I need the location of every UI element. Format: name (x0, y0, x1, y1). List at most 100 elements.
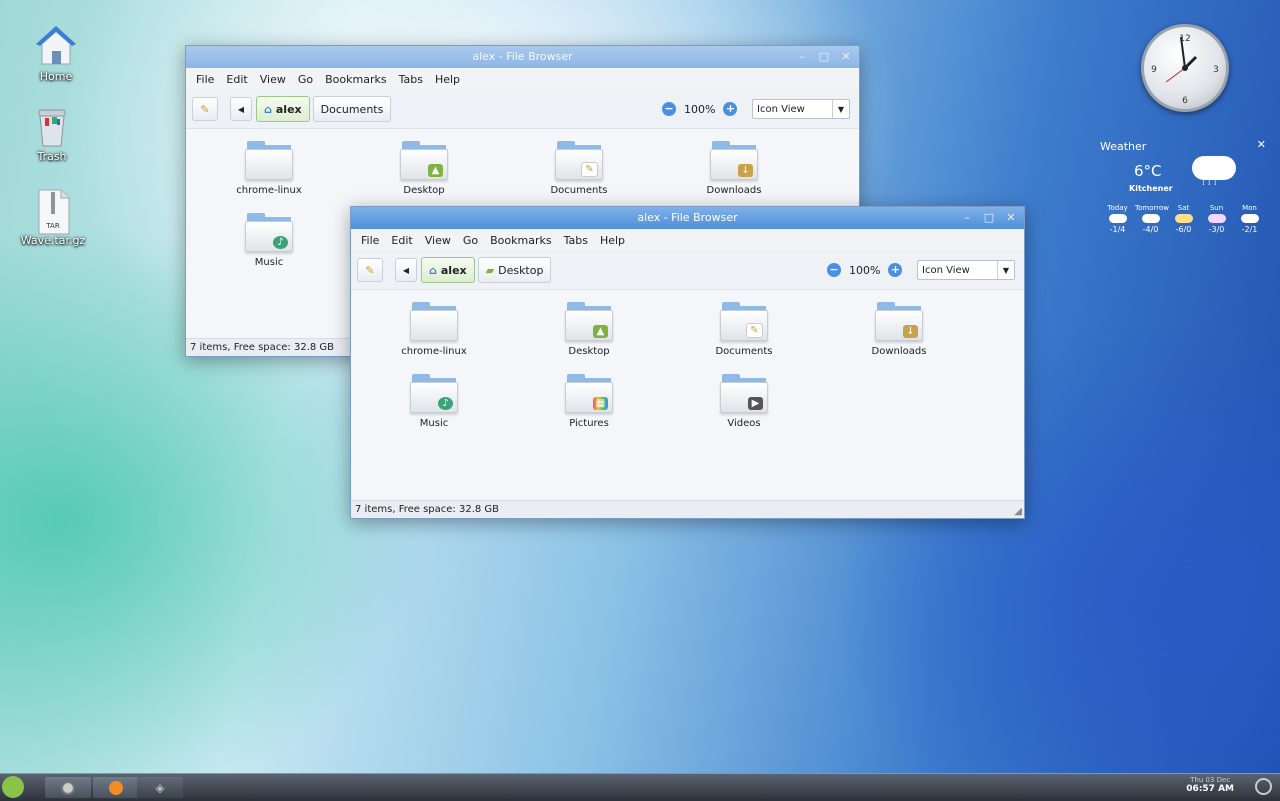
taskbar-app-settings[interactable] (45, 777, 91, 798)
menu-bookmarks[interactable]: Bookmarks (484, 234, 557, 247)
home-icon (34, 24, 78, 68)
status-bar: 7 items, Free space: 32.8 GB (351, 500, 1024, 518)
path-label: Desktop (498, 263, 544, 277)
taskbar-time: 06:57 AM (1186, 784, 1234, 794)
path-button-documents[interactable]: Documents (312, 96, 392, 122)
file-item-desktop[interactable]: ▲ Desktop (364, 141, 484, 196)
edit-location-button[interactable]: ✎ (192, 97, 218, 121)
path-label: alex (440, 263, 467, 277)
resize-grip-icon[interactable]: ◢ (1014, 506, 1022, 517)
sun-cloud-icon (1174, 214, 1193, 223)
svg-text:3: 3 (1213, 65, 1219, 75)
svg-text:6: 6 (1182, 96, 1188, 106)
menubar: File Edit View Go Bookmarks Tabs Help (186, 68, 859, 90)
file-item-downloads[interactable]: ↓ Downloads (674, 141, 794, 196)
file-item-documents[interactable]: ✎ Documents (684, 302, 804, 357)
file-manager-icon: ◈ (155, 780, 165, 795)
pictures-folder-icon: ▦ (565, 374, 613, 414)
disc-icon (61, 780, 75, 795)
menu-bookmarks[interactable]: Bookmarks (319, 73, 392, 86)
desktop-folder-icon: ▲ (565, 302, 613, 342)
file-item-videos[interactable]: ▶ Videos (684, 374, 804, 429)
downloads-folder-icon: ↓ (710, 141, 758, 181)
menu-tabs[interactable]: Tabs (393, 73, 429, 86)
file-item-label: Pictures (569, 418, 609, 429)
desktop-icon-label: Trash (37, 150, 67, 163)
file-item-pictures[interactable]: ▦ Pictures (529, 374, 649, 429)
menu-edit[interactable]: Edit (385, 234, 418, 247)
cloud-icon (1240, 214, 1259, 223)
forecast-temps: -3/0 (1208, 225, 1225, 234)
maximize-icon[interactable]: □ (982, 207, 996, 229)
file-item-label: Music (254, 257, 284, 268)
forecast-day: Sat -6/0 (1168, 204, 1199, 234)
menu-tabs[interactable]: Tabs (558, 234, 594, 247)
taskbar-clock[interactable]: Thu 03 Dec 06:57 AM (1186, 776, 1234, 794)
minimize-icon[interactable]: – (960, 207, 974, 229)
menu-help[interactable]: Help (594, 234, 631, 247)
weather-city: Kitchener (1129, 184, 1173, 193)
zoom-level: 100% (684, 102, 716, 116)
desktop-icon-archive[interactable]: TAR Wave.tar.gz (13, 188, 93, 247)
file-item-label: Downloads (706, 185, 762, 196)
path-button-home[interactable]: ⌂ alex (256, 96, 310, 122)
file-item-documents[interactable]: ✎ Documents (519, 141, 639, 196)
path-button-desktop[interactable]: ▰ Desktop (477, 257, 552, 283)
close-icon[interactable]: ✕ (839, 46, 853, 68)
taskbar-app-launcher[interactable] (93, 777, 139, 798)
close-icon[interactable]: ✕ (1004, 207, 1018, 229)
music-folder-icon: ♪ (410, 374, 458, 414)
start-menu-icon[interactable] (2, 776, 24, 798)
pencil-icon: ✎ (365, 263, 375, 277)
chevron-down-icon: ▼ (832, 100, 849, 118)
menu-go[interactable]: Go (457, 234, 484, 247)
path-label: alex (275, 102, 302, 116)
home-icon: ⌂ (429, 263, 437, 277)
maximize-icon[interactable]: □ (817, 46, 831, 68)
desktop-icon-home[interactable]: Home (16, 24, 96, 83)
menu-help[interactable]: Help (429, 73, 466, 86)
toolbar: ✎ ◀ ⌂ alex ▰ Desktop − 100% + Icon View … (351, 251, 1024, 290)
zoom-out-icon[interactable]: − (662, 102, 676, 116)
file-item-chrome-linux[interactable]: chrome-linux (209, 141, 329, 196)
desktop-icon-trash[interactable]: Trash (12, 104, 92, 163)
file-item-downloads[interactable]: ↓ Downloads (839, 302, 959, 357)
zoom-in-icon[interactable]: + (723, 102, 738, 116)
folder-icon (410, 302, 458, 342)
file-item-music[interactable]: ♪ Music (374, 374, 494, 429)
weather-title: Weather (1100, 140, 1147, 153)
edit-location-button[interactable]: ✎ (357, 258, 383, 282)
network-icon[interactable] (1255, 778, 1272, 795)
back-button[interactable]: ◀ (395, 258, 417, 282)
taskbar-app-file-browser[interactable]: ◈ (137, 777, 183, 798)
file-item-music[interactable]: ♪ Music (209, 213, 329, 268)
file-item-desktop[interactable]: ▲ Desktop (529, 302, 649, 357)
zoom-out-icon[interactable]: − (827, 263, 841, 277)
window-titlebar[interactable]: alex - File Browser – □ ✕ (351, 207, 1024, 229)
back-button[interactable]: ◀ (230, 97, 252, 121)
menu-file[interactable]: File (190, 73, 220, 86)
close-icon[interactable]: ✕ (1257, 138, 1266, 151)
file-browser-window-front[interactable]: alex - File Browser – □ ✕ File Edit View… (350, 206, 1025, 519)
menu-file[interactable]: File (355, 234, 385, 247)
forecast-day-label: Sat (1177, 204, 1190, 212)
path-button-home[interactable]: ⌂ alex (421, 257, 475, 283)
taskbar: ◈ Thu 03 Dec 06:57 AM (0, 773, 1280, 801)
window-titlebar[interactable]: alex - File Browser – □ ✕ (186, 46, 859, 68)
minimize-icon[interactable]: – (795, 46, 809, 68)
view-mode-select[interactable]: Icon View ▼ (917, 260, 1015, 280)
menu-view[interactable]: View (419, 234, 457, 247)
chevron-left-icon: ◀ (402, 265, 410, 275)
zoom-in-icon[interactable]: + (888, 263, 903, 277)
menu-go[interactable]: Go (292, 73, 319, 86)
file-item-chrome-linux[interactable]: chrome-linux (374, 302, 494, 357)
path-label: Documents (320, 102, 384, 116)
menu-view[interactable]: View (254, 73, 292, 86)
file-view[interactable]: chrome-linux ▲ Desktop ✎ Documents ↓ Dow… (351, 290, 1024, 501)
menu-edit[interactable]: Edit (220, 73, 253, 86)
music-folder-icon: ♪ (245, 213, 293, 253)
rain-icon: ⁞⁞⁞ (1202, 178, 1220, 188)
folder-icon (245, 141, 293, 181)
view-mode-select[interactable]: Icon View ▼ (752, 99, 850, 119)
pencil-icon: ✎ (200, 102, 210, 116)
